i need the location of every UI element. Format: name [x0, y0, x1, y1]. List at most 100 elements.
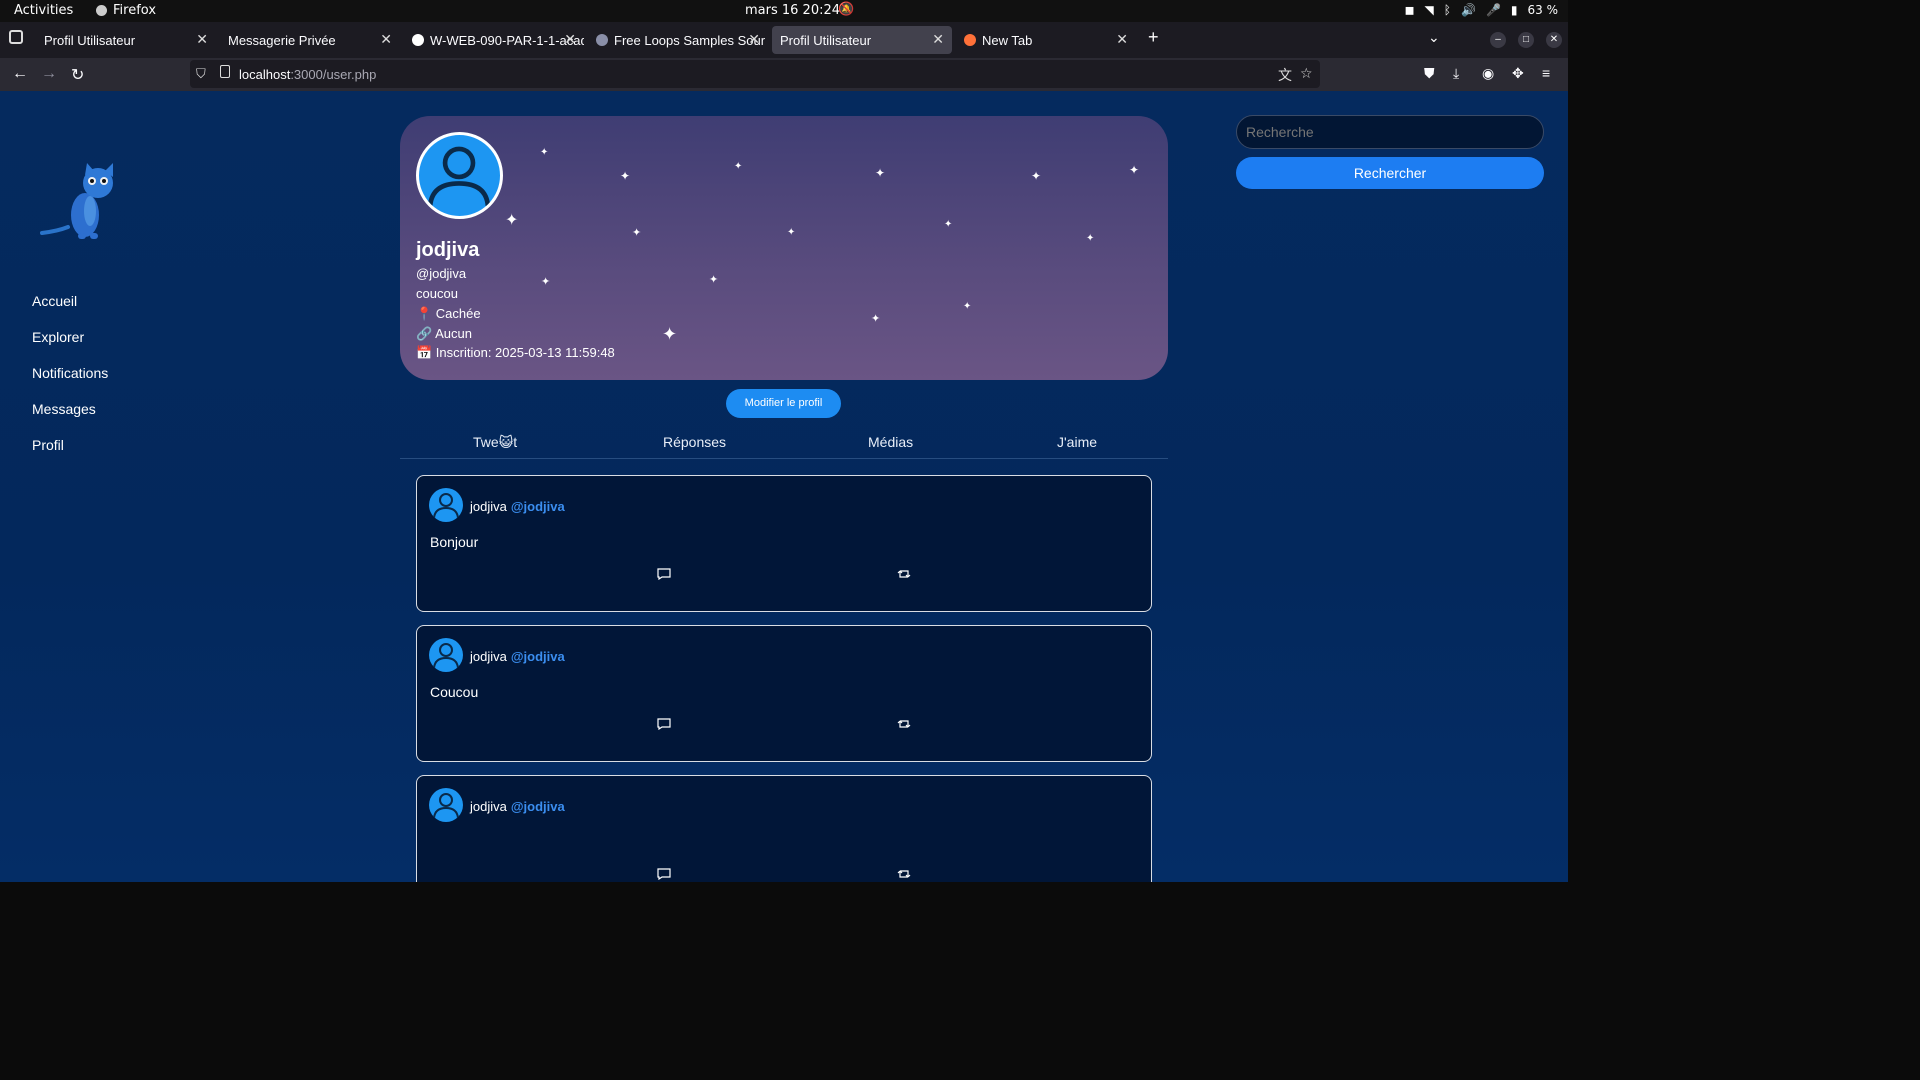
tweet-author[interactable]: jodjiva @jodjiva: [470, 499, 565, 514]
extensions-icon[interactable]: ✥: [1512, 65, 1524, 82]
menu-icon[interactable]: ≡: [1542, 65, 1550, 81]
browser-tab-active[interactable]: Profil Utilisateur ✕: [772, 26, 952, 54]
tweet-card[interactable]: jodjiva @jodjiva Coucou: [416, 625, 1152, 762]
tab-replies[interactable]: Réponses: [663, 434, 726, 450]
search-button[interactable]: Rechercher: [1236, 157, 1544, 189]
firefox-icon: [96, 5, 107, 16]
star-decoration: ✦: [1031, 169, 1042, 183]
close-icon[interactable]: ✕: [380, 31, 392, 48]
browser-tab[interactable]: Profil Utilisateur ✕: [36, 26, 216, 54]
profile-tabs: Twe😺t Réponses Médias J'aime: [400, 429, 1168, 459]
discord-icon: ◼: [1404, 3, 1415, 17]
browser-tab[interactable]: Free Loops Samples Sour ✕: [588, 26, 768, 54]
activities-button[interactable]: Activities: [14, 3, 73, 18]
tweet-text: Coucou: [430, 684, 479, 700]
user-avatar-icon: [427, 146, 491, 207]
bookmark-star-icon[interactable]: ☆: [1300, 65, 1313, 82]
left-sidebar: Accueil Explorer Notifications Messages …: [0, 91, 200, 882]
pocket-icon[interactable]: ⛊: [1424, 65, 1435, 82]
sidebar-item-accueil[interactable]: Accueil: [32, 293, 77, 309]
cat-logo-icon[interactable]: [38, 161, 128, 246]
downloads-icon[interactable]: ⤓: [1453, 65, 1459, 82]
wifi-icon: ◥: [1424, 3, 1434, 17]
tab-title: W-WEB-090-PAR-1-1-acad: [430, 32, 584, 48]
browser-tab[interactable]: New Tab ✕: [956, 26, 1136, 54]
volume-icon: 🔊: [1460, 3, 1476, 17]
new-tab-button[interactable]: +: [1148, 27, 1159, 48]
sidebar-item-notifications[interactable]: Notifications: [32, 365, 108, 381]
tweet-author[interactable]: jodjiva @jodjiva: [470, 799, 565, 814]
tab-media[interactable]: Médias: [868, 434, 913, 450]
reply-icon[interactable]: [657, 568, 671, 580]
tab-likes[interactable]: J'aime: [1057, 434, 1097, 450]
tweet-author-handle[interactable]: @jodjiva: [511, 799, 565, 814]
url-bar[interactable]: ⛉ localhost:3000/user.php 文 ☆: [190, 60, 1320, 88]
star-decoration: ✦: [505, 212, 519, 229]
user-avatar-icon: [433, 643, 459, 669]
reply-icon[interactable]: [657, 718, 671, 730]
browser-tab[interactable]: Messagerie Privée ✕: [220, 26, 400, 54]
page-info-icon[interactable]: [220, 65, 230, 78]
clock[interactable]: mars 16 20:24: [745, 3, 840, 18]
tweet-card[interactable]: jodjiva @jodjiva: [416, 775, 1152, 882]
forward-icon[interactable]: →: [41, 65, 57, 83]
browser-tab[interactable]: W-WEB-090-PAR-1-1-acad ✕: [404, 26, 584, 54]
browser-tab-bar: Profil Utilisateur ✕ Messagerie Privée ✕…: [0, 22, 1568, 58]
sidebar-item-explorer[interactable]: Explorer: [32, 329, 84, 345]
edit-profile-button[interactable]: Modifier le profil: [726, 389, 841, 418]
retweet-icon[interactable]: [897, 718, 911, 730]
tracking-protection-icon[interactable]: ⛉: [196, 66, 206, 82]
maximize-icon[interactable]: □: [1518, 32, 1534, 48]
back-icon[interactable]: ←: [12, 65, 28, 83]
account-icon[interactable]: ◉: [1482, 65, 1494, 82]
tab-title: Free Loops Samples Sour: [614, 32, 766, 48]
user-avatar-icon: [433, 493, 459, 519]
close-icon[interactable]: ✕: [1116, 31, 1128, 48]
retweet-icon[interactable]: [897, 568, 911, 580]
tweet-author-handle[interactable]: @jodjiva: [511, 499, 565, 514]
bluetooth-icon: ᛒ: [1443, 3, 1451, 17]
profile-avatar[interactable]: [416, 132, 503, 219]
battery-icon: ▮: [1510, 3, 1518, 17]
star-decoration: ✦: [944, 219, 953, 230]
profile-website: 🔗 Aucun: [416, 326, 472, 341]
profile-name: jodjiva: [416, 239, 480, 261]
tab-tweets[interactable]: Twe😺t: [473, 434, 517, 451]
list-all-tabs-icon[interactable]: ⌄: [1428, 29, 1440, 46]
window-close-icon[interactable]: ✕: [1546, 32, 1562, 48]
page-content: Accueil Explorer Notifications Messages …: [0, 91, 1568, 882]
retweet-icon[interactable]: [897, 868, 911, 880]
sidebar-toggle-icon[interactable]: [9, 30, 23, 44]
tweet-author[interactable]: jodjiva @jodjiva: [470, 649, 565, 664]
avatar[interactable]: [429, 788, 463, 822]
search-input[interactable]: [1236, 115, 1544, 149]
translate-icon[interactable]: 文: [1278, 65, 1292, 85]
reply-icon[interactable]: [657, 868, 671, 880]
reload-icon[interactable]: ↻: [71, 65, 84, 85]
close-icon[interactable]: ✕: [196, 31, 208, 48]
star-decoration: ✦: [787, 227, 796, 238]
avatar[interactable]: [429, 488, 463, 522]
app-menu[interactable]: Firefox: [96, 3, 156, 18]
close-icon[interactable]: ✕: [932, 31, 944, 48]
avatar[interactable]: [429, 638, 463, 672]
url-path: :3000/user.php: [290, 67, 377, 82]
minimize-icon[interactable]: –: [1490, 32, 1506, 48]
star-decoration: ✦: [734, 161, 743, 172]
star-decoration: ✦: [541, 276, 551, 288]
tweet-card[interactable]: jodjiva @jodjiva Bonjour: [416, 475, 1152, 612]
system-top-bar: Activities Firefox mars 16 20:24 🔕 ◼ ◥ ᛒ…: [0, 0, 1568, 22]
sidebar-item-profil[interactable]: Profil: [32, 437, 64, 453]
close-icon[interactable]: ✕: [564, 31, 576, 48]
close-icon[interactable]: ✕: [748, 31, 760, 48]
tweet-author-handle[interactable]: @jodjiva: [511, 649, 565, 664]
sidebar-item-messages[interactable]: Messages: [32, 401, 96, 417]
battery-level: 63 %: [1527, 3, 1559, 17]
tab-title: Messagerie Privée: [228, 32, 336, 48]
star-decoration: ✦: [662, 324, 678, 344]
tweet-author-name: jodjiva: [470, 799, 507, 814]
url-host: localhost: [239, 67, 291, 82]
star-decoration: ✦: [632, 227, 642, 239]
url-text[interactable]: localhost:3000/user.php: [239, 67, 376, 82]
system-tray[interactable]: ◼ ◥ ᛒ 🔊 🎤 ▮ 63 %: [1405, 3, 1558, 17]
